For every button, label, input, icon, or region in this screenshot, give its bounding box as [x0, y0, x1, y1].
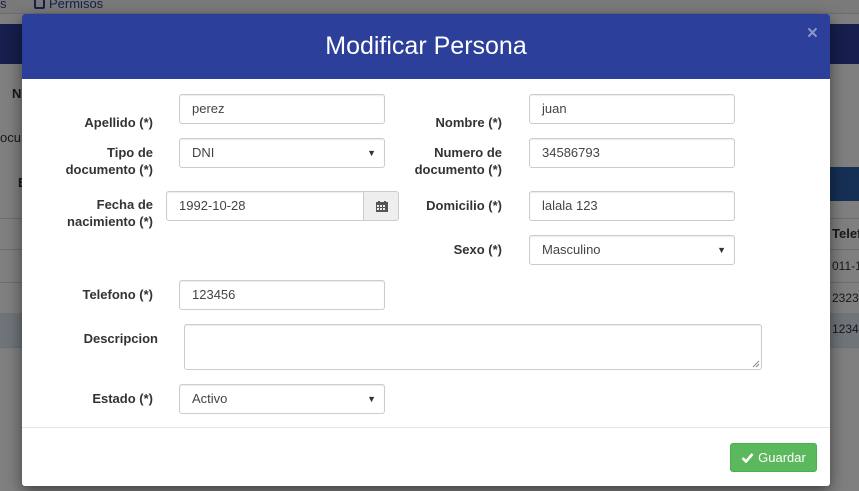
- caret-down-icon: ▼: [367, 394, 376, 404]
- fecha-nacimiento-input[interactable]: 1992-10-28: [166, 191, 365, 221]
- nombre-label: Nombre (*): [435, 115, 502, 130]
- telefono-input[interactable]: 123456: [179, 280, 385, 310]
- domicilio-input[interactable]: lalala 123: [529, 191, 735, 221]
- nombre-input[interactable]: juan: [529, 94, 735, 124]
- modal-footer: [22, 427, 830, 486]
- domicilio-label: Domicilio (*): [426, 198, 502, 213]
- numero-documento-label-line2: documento (*): [414, 162, 502, 177]
- descripcion-label: Descripcion: [83, 331, 158, 346]
- fecha-nacimiento-label-line1: Fecha de: [96, 197, 153, 212]
- tipo-documento-label-line1: Tipo de: [107, 145, 153, 160]
- sexo-value: Masculino: [542, 242, 601, 257]
- guardar-button[interactable]: Guardar: [730, 443, 817, 472]
- close-icon[interactable]: ×: [807, 24, 818, 43]
- apellido-input[interactable]: perez: [179, 94, 385, 124]
- numero-documento-label-line1: Numero de: [434, 145, 502, 160]
- telefono-label: Telefono (*): [82, 287, 153, 302]
- numero-documento-label: Numero de documento (*): [382, 144, 502, 178]
- sexo-select[interactable]: Masculino ▼: [529, 235, 735, 265]
- check-icon: [741, 453, 754, 463]
- estado-value: Activo: [192, 391, 228, 406]
- descripcion-textarea[interactable]: [184, 324, 762, 370]
- fecha-nacimiento-label: Fecha de nacimiento (*): [33, 196, 153, 230]
- modal-body: Apellido (*) perez Nombre (*) juan Tipo …: [22, 79, 830, 427]
- sexo-label: Sexo (*): [453, 242, 502, 257]
- numero-documento-input[interactable]: 34586793: [529, 138, 735, 168]
- caret-down-icon: ▼: [367, 148, 376, 158]
- tipo-documento-label: Tipo de documento (*): [33, 144, 153, 178]
- estado-label: Estado (*): [92, 391, 153, 406]
- guardar-label: Guardar: [758, 450, 806, 465]
- resize-grip-icon[interactable]: [752, 360, 760, 368]
- apellido-label: Apellido (*): [84, 115, 153, 130]
- modal-header: Modificar Persona ×: [22, 14, 830, 79]
- tipo-documento-value: DNI: [192, 145, 215, 160]
- fecha-nacimiento-label-line2: nacimiento (*): [67, 214, 153, 229]
- modificar-persona-modal: Modificar Persona × Apellido (*) perez N…: [22, 14, 830, 486]
- estado-select[interactable]: Activo ▼: [179, 384, 385, 414]
- tipo-documento-label-line2: documento (*): [65, 162, 153, 177]
- caret-down-icon: ▼: [717, 245, 726, 255]
- tipo-documento-select[interactable]: DNI ▼: [179, 138, 385, 168]
- modal-title: Modificar Persona: [325, 32, 527, 60]
